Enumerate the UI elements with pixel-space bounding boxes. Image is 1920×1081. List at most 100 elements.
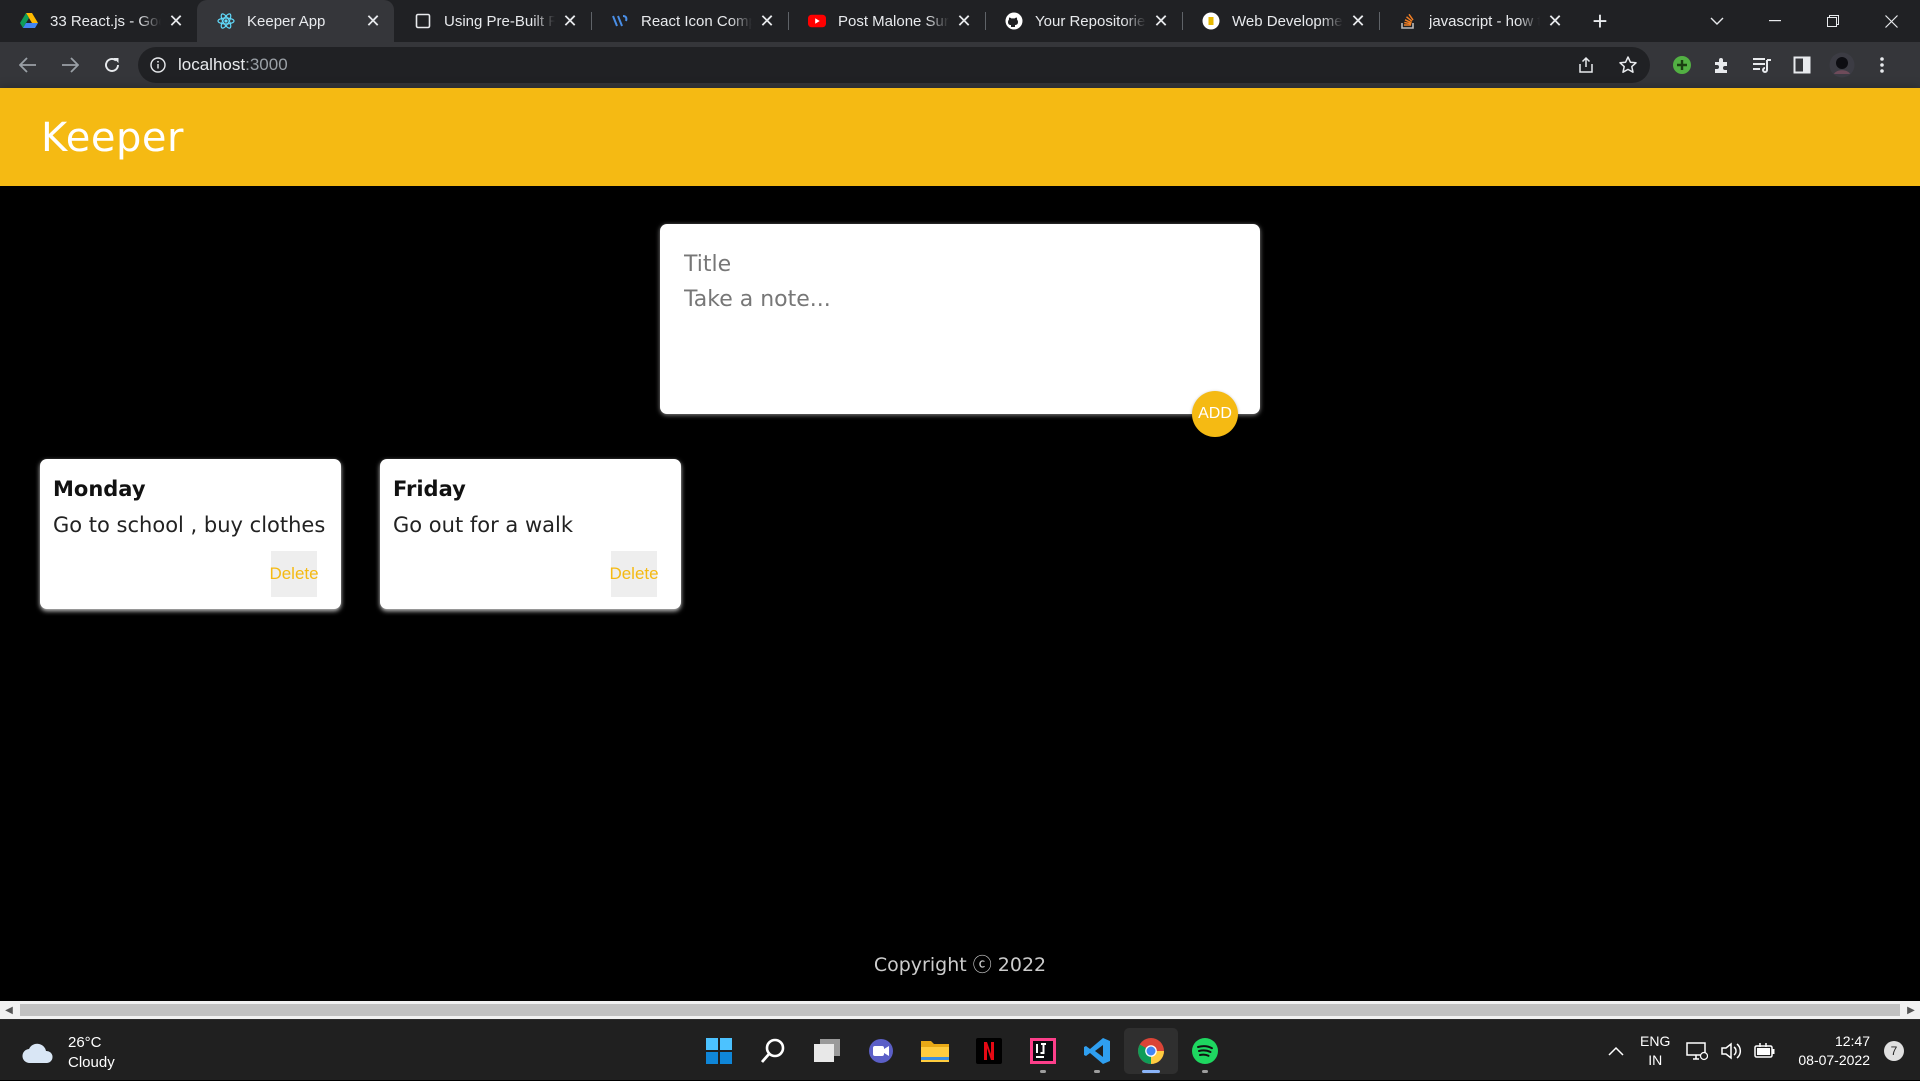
note-content: Go to school , buy clothes — [53, 513, 326, 537]
google-drive-icon — [20, 12, 38, 30]
tab-search-button[interactable] — [1688, 0, 1746, 42]
vscode-icon[interactable] — [1070, 1028, 1124, 1074]
omnibox-actions — [1572, 47, 1642, 83]
tab-prebuilt-react[interactable]: Using Pre-Built R ✕ — [394, 0, 591, 42]
note-content-input[interactable] — [684, 287, 1224, 377]
tab-title: Keeper App — [247, 12, 326, 30]
new-tab-button[interactable]: + — [1576, 0, 1624, 42]
tab-github[interactable]: Your Repositories ✕ — [985, 0, 1182, 42]
tab-title: 33 React.js - Goo — [50, 12, 161, 30]
close-icon[interactable]: ✕ — [561, 11, 579, 31]
app-footer: Copyright ⓒ 2022 — [0, 950, 1920, 977]
windows-taskbar: 26°C Cloudy ENG IN 12:47 08-07-2022 7 — [0, 1019, 1920, 1080]
cloud-icon — [22, 1043, 53, 1064]
menu-dots-icon[interactable] — [1868, 51, 1896, 79]
note-title: Friday — [393, 477, 466, 501]
react-icon — [217, 12, 235, 30]
task-view-icon[interactable] — [800, 1028, 854, 1074]
tab-title: Post Malone Surp — [838, 12, 949, 30]
tab-title: Using Pre-Built R — [444, 12, 555, 30]
volume-icon[interactable] — [1720, 1041, 1742, 1060]
create-note-form — [660, 224, 1260, 414]
weather-desc: Cloudy — [68, 1054, 115, 1071]
close-window-button[interactable] — [1862, 0, 1920, 42]
green-extension-icon[interactable] — [1668, 51, 1696, 79]
close-icon[interactable]: ✕ — [1152, 11, 1170, 31]
restore-icon — [1827, 15, 1839, 27]
side-panel-icon[interactable] — [1788, 51, 1816, 79]
battery-icon[interactable] — [1754, 1042, 1776, 1059]
weather-text: 26°C Cloudy — [68, 1033, 115, 1073]
weather-widget[interactable]: 26°C Cloudy — [22, 1033, 115, 1073]
tab-react-icons[interactable]: React Icon Compo ✕ — [591, 0, 788, 42]
url-text: localhost:3000 — [178, 55, 288, 75]
bookmark-star-icon[interactable] — [1614, 51, 1642, 79]
puzzle-icon[interactable] — [1708, 51, 1736, 79]
note-card: Friday Go out for a walk Delete — [380, 459, 681, 609]
file-explorer-icon[interactable] — [908, 1028, 962, 1074]
close-icon — [1884, 14, 1898, 28]
tab-web-development[interactable]: Web Developmen ✕ — [1182, 0, 1379, 42]
intellij-icon[interactable] — [1016, 1028, 1070, 1074]
close-icon[interactable]: ✕ — [955, 11, 973, 31]
taskbar-apps — [692, 1028, 1232, 1074]
app-brand: Keeper — [41, 115, 184, 161]
clock-date: 08-07-2022 — [1798, 1051, 1870, 1068]
minimize-button[interactable] — [1746, 0, 1804, 42]
delete-note-button[interactable]: Delete — [269, 551, 319, 597]
extensions-area — [1668, 42, 1896, 88]
running-indicator — [1094, 1070, 1100, 1073]
windows-start-icon[interactable] — [692, 1028, 746, 1074]
avatar[interactable] — [1828, 51, 1856, 79]
chevron-down-icon — [1710, 17, 1724, 25]
tab-youtube[interactable]: Post Malone Surp ✕ — [788, 0, 985, 42]
page-icon — [414, 12, 432, 30]
tab-react-course[interactable]: 33 React.js - Goo ✕ — [0, 0, 197, 42]
tab-stackoverflow[interactable]: javascript - how t ✕ — [1379, 0, 1576, 42]
running-indicator — [1040, 1070, 1046, 1073]
react-icons-icon — [611, 12, 629, 30]
scroll-left-icon[interactable]: ◀ — [0, 1001, 18, 1019]
chrome-icon[interactable] — [1124, 1028, 1178, 1074]
teams-chat-icon[interactable] — [854, 1028, 908, 1074]
reload-button[interactable] — [92, 45, 132, 85]
close-icon[interactable]: ✕ — [1546, 11, 1564, 31]
clock[interactable]: 12:47 08-07-2022 — [1798, 1032, 1870, 1070]
delete-note-button[interactable]: Delete — [609, 551, 659, 597]
close-icon[interactable]: ✕ — [364, 11, 382, 31]
chevron-up-icon[interactable] — [1608, 1046, 1624, 1056]
running-indicator — [1142, 1070, 1160, 1073]
tab-title: Web Developmen — [1232, 12, 1343, 30]
minimize-icon — [1769, 20, 1781, 22]
tab-keeper-app[interactable]: Keeper App ✕ — [197, 0, 394, 42]
weather-temp: 26°C — [68, 1034, 102, 1051]
forward-button[interactable] — [50, 45, 90, 85]
add-note-button[interactable]: ADD — [1192, 391, 1238, 437]
tab-title: javascript - how t — [1429, 12, 1540, 30]
tab-title: Your Repositories — [1035, 12, 1146, 30]
note-title-input[interactable] — [684, 246, 1224, 282]
reload-icon — [105, 58, 119, 72]
browser-toolbar: localhost:3000 — [0, 42, 1920, 88]
horizontal-scrollbar[interactable]: ◀ ▶ — [0, 1001, 1920, 1019]
note-title: Monday — [53, 477, 146, 501]
address-bar[interactable]: localhost:3000 — [138, 47, 1650, 83]
scroll-right-icon[interactable]: ▶ — [1902, 1001, 1920, 1019]
media-queue-icon[interactable] — [1748, 51, 1776, 79]
restore-button[interactable] — [1804, 0, 1862, 42]
close-icon[interactable]: ✕ — [758, 11, 776, 31]
url-path: :3000 — [245, 55, 288, 74]
clock-time: 12:47 — [1834, 1032, 1870, 1049]
back-button[interactable] — [8, 45, 48, 85]
spotify-icon[interactable] — [1178, 1028, 1232, 1074]
scrollbar-thumb[interactable] — [20, 1004, 1900, 1016]
notification-badge[interactable]: 7 — [1884, 1040, 1904, 1061]
network-icon[interactable] — [1686, 1041, 1709, 1061]
netflix-icon[interactable] — [962, 1028, 1016, 1074]
info-icon — [150, 57, 166, 73]
search-icon[interactable] — [746, 1028, 800, 1074]
language-indicator[interactable]: ENG IN — [1640, 1032, 1670, 1070]
share-icon[interactable] — [1572, 51, 1600, 79]
close-icon[interactable]: ✕ — [167, 11, 185, 31]
close-icon[interactable]: ✕ — [1349, 11, 1367, 31]
